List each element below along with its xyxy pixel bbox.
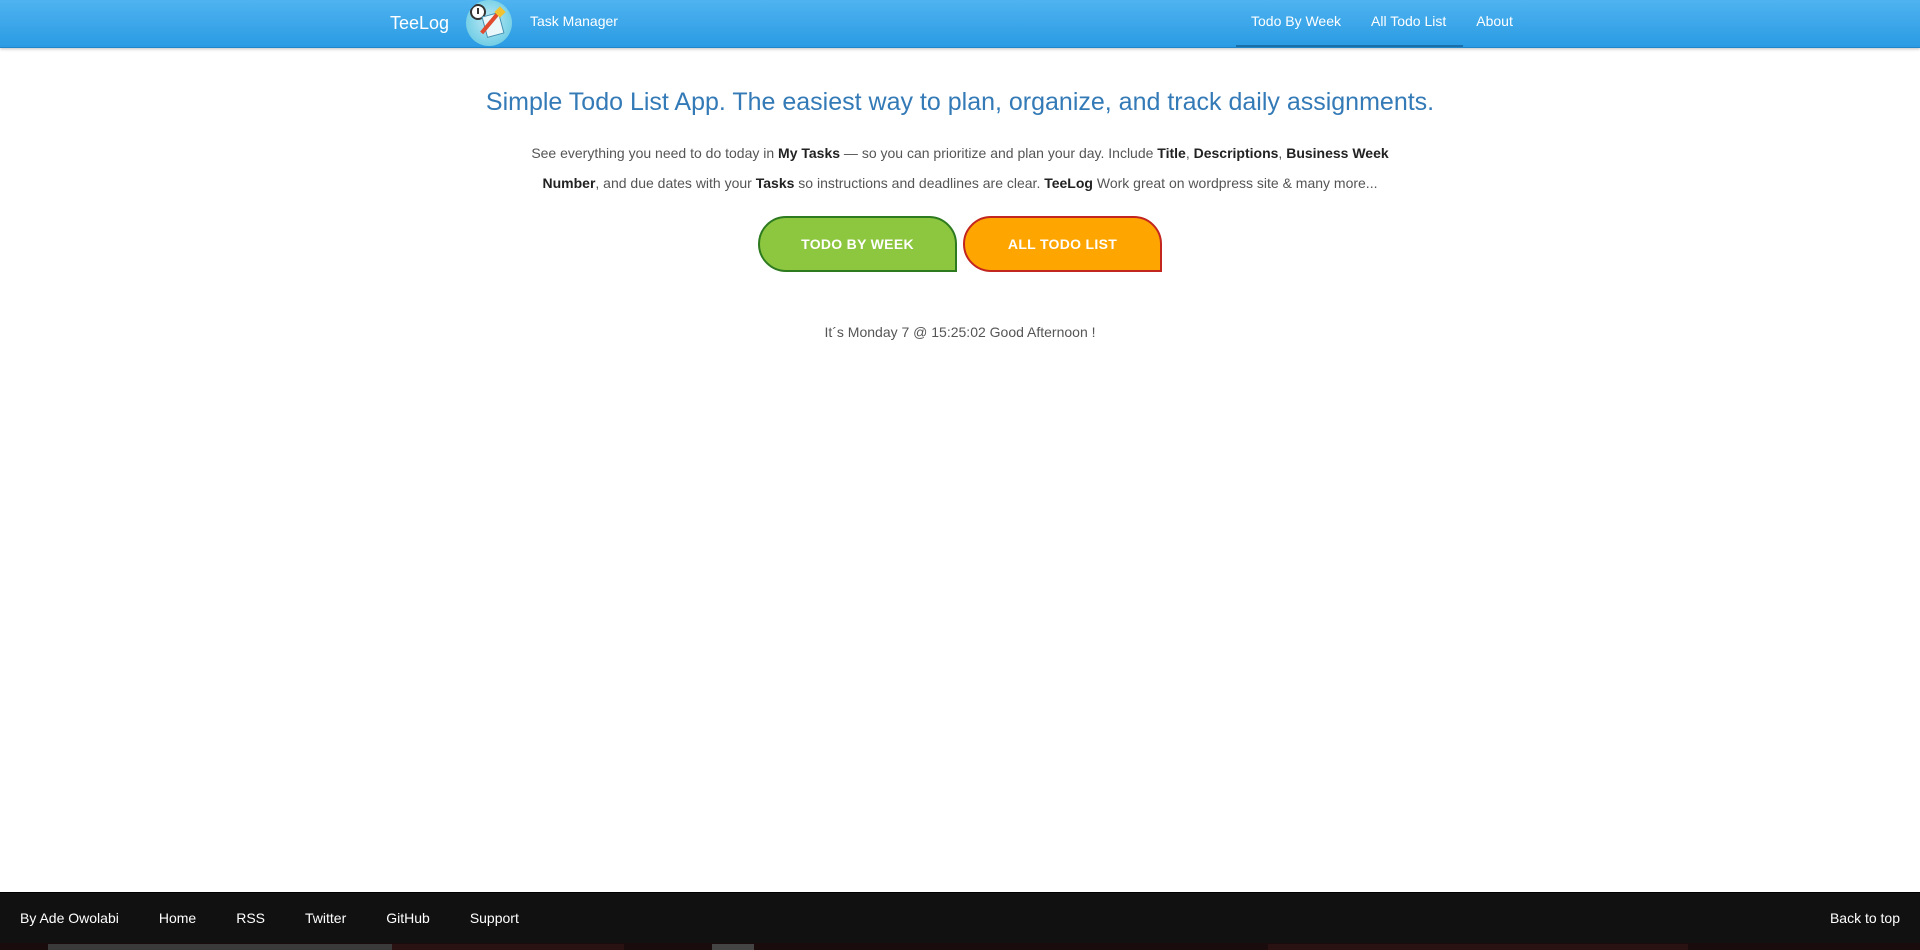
strip-segment bbox=[712, 944, 754, 950]
strip-segment bbox=[1268, 944, 1688, 950]
footer-link-support[interactable]: Support bbox=[470, 910, 519, 926]
cta-button-row: Todo By Week All Todo List bbox=[0, 216, 1920, 272]
back-to-top-link[interactable]: Back to top bbox=[1830, 893, 1900, 943]
footer-link-twitter[interactable]: Twitter bbox=[305, 910, 346, 926]
nav-all-todo-list[interactable]: All Todo List bbox=[1356, 0, 1461, 42]
nav-about[interactable]: About bbox=[1461, 0, 1528, 42]
intro-text: See everything you need to do today in bbox=[531, 145, 779, 161]
footer-bar: By Ade Owolabi Home RSS Twitter GitHub S… bbox=[0, 892, 1920, 950]
footer-link-github[interactable]: GitHub bbox=[386, 910, 430, 926]
page-headline: Simple Todo List App. The easiest way to… bbox=[485, 88, 1435, 116]
active-nav-underline bbox=[1236, 45, 1463, 47]
intro-text: so instructions and deadlines are clear. bbox=[794, 175, 1045, 191]
strip-segment bbox=[392, 944, 624, 950]
intro-text: , and due dates with your bbox=[595, 175, 756, 191]
brand-link[interactable]: TeeLog bbox=[390, 0, 449, 47]
top-navbar: TeeLog Task Manager Todo By Week All Tod… bbox=[0, 0, 1920, 48]
intro-bold: Tasks bbox=[755, 175, 795, 191]
greeting-clock-text: It´s Monday 7 @ 15:25:02 Good Afternoon … bbox=[824, 324, 1096, 340]
footer-link-home[interactable]: Home bbox=[159, 910, 196, 926]
main-nav: Todo By Week All Todo List About bbox=[1236, 0, 1528, 47]
intro-bold: TeeLog bbox=[1044, 175, 1093, 191]
footer-link-author[interactable]: By Ade Owolabi bbox=[20, 910, 119, 926]
strip-segment bbox=[48, 944, 392, 950]
intro-paragraph: See everything you need to do today in M… bbox=[505, 138, 1415, 198]
todo-by-week-button[interactable]: Todo By Week bbox=[758, 216, 957, 272]
intro-text: — so you can prioritize and plan your da… bbox=[840, 145, 1158, 161]
nav-todo-by-week[interactable]: Todo By Week bbox=[1236, 0, 1356, 42]
all-todo-list-button[interactable]: All Todo List bbox=[963, 216, 1162, 272]
footer-link-rss[interactable]: RSS bbox=[236, 910, 265, 926]
intro-text: , bbox=[1185, 145, 1194, 161]
footer-links: By Ade Owolabi Home RSS Twitter GitHub S… bbox=[0, 893, 559, 943]
teelog-logo-icon[interactable] bbox=[466, 0, 512, 46]
bottom-strip bbox=[0, 943, 1920, 950]
tagline: Task Manager bbox=[530, 13, 618, 29]
intro-bold: My Tasks bbox=[778, 145, 841, 161]
intro-bold: Descriptions bbox=[1193, 145, 1279, 161]
intro-text: Work great on wordpress site & many more… bbox=[1092, 175, 1378, 191]
intro-bold: Title bbox=[1157, 145, 1186, 161]
